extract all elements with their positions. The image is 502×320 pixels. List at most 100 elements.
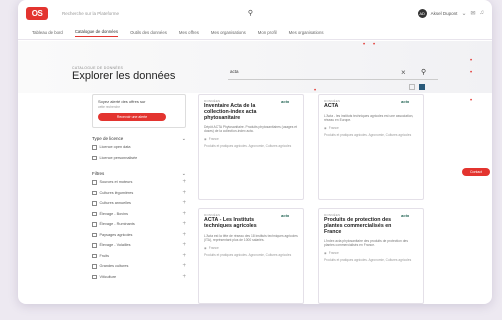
checkbox[interactable] [92, 222, 97, 227]
checkbox[interactable] [92, 264, 97, 269]
search-icon[interactable]: ⚲ [421, 68, 426, 76]
card-title[interactable]: ACTA [324, 103, 396, 110]
result-card[interactable]: DONNÉES Produits de protection des plant… [318, 208, 424, 304]
filter-label: Grandes cultures [99, 264, 129, 269]
checkbox[interactable] [92, 190, 97, 195]
filter-item[interactable]: Grandes cultures + [92, 261, 186, 272]
plus-icon[interactable]: + [182, 211, 186, 217]
card-tags: Produits et pratiques agricoles. Agronom… [204, 144, 292, 149]
bell-icon[interactable]: ♫ [480, 10, 485, 16]
pin-icon: ◉ [324, 125, 327, 130]
card-description: L'index acta phytosanitaire des produits… [324, 239, 409, 248]
checkbox[interactable] [92, 232, 97, 237]
alert-box: Soyez alerté des offres sur cette recher… [92, 94, 186, 128]
list-view-icon[interactable] [409, 84, 415, 90]
decor-dot-icon: • [470, 58, 473, 64]
decor-dot-icon: • [470, 70, 473, 76]
filter-item[interactable]: Viticulture + [92, 272, 186, 283]
nav-organisations[interactable]: Mes organisations [211, 30, 246, 35]
filter-item[interactable]: Sources et moteurs + [92, 177, 186, 188]
license-option-label: Licence open data [99, 145, 131, 150]
plus-icon[interactable]: + [182, 200, 186, 206]
filter-label: Cultures légumières [99, 190, 134, 195]
user-name[interactable]: Aksel Dupont [431, 11, 458, 16]
chevron-down-icon[interactable]: ⌄ [182, 136, 186, 142]
catalog-search-input[interactable]: acta [228, 69, 438, 80]
pin-icon: ◉ [324, 251, 327, 256]
close-icon[interactable]: × [401, 68, 406, 77]
card-description: L'Acta est la tête de réseau des 18 inst… [204, 233, 298, 242]
checkbox[interactable] [92, 145, 97, 150]
checkbox[interactable] [92, 180, 97, 185]
user-menu[interactable]: AD Aksel Dupont ⌄ ✉ ♫ [417, 8, 485, 18]
main-nav: Tableau de bord Catalogue de données Out… [18, 26, 492, 40]
filter-item[interactable]: Élevage - Ruminants + [92, 219, 186, 230]
nav-tableau-de-bord[interactable]: Tableau de bord [32, 30, 63, 35]
plus-icon[interactable]: + [182, 179, 186, 185]
card-location-text: France [208, 245, 219, 250]
decor-dot-icon: • [363, 42, 366, 48]
plus-icon[interactable]: + [182, 253, 186, 259]
nav-offres[interactable]: Mes offres [179, 30, 199, 35]
checkbox[interactable] [92, 211, 97, 216]
chevron-down-icon[interactable]: ⌄ [182, 171, 186, 177]
alert-button[interactable]: Recevoir une alerte [98, 113, 166, 121]
license-type-label: Type de licence [92, 136, 124, 141]
card-location: ◉ France [204, 246, 298, 250]
license-option[interactable]: Licence personnalisée [92, 153, 186, 164]
card-location-text: France [328, 125, 339, 130]
card-tags: Produits et pratiques agricoles. Agronom… [324, 258, 412, 263]
page-title: Explorer les données [72, 70, 176, 82]
filter-item[interactable]: Cultures annuelles + [92, 198, 186, 209]
plus-icon[interactable]: + [182, 221, 186, 227]
checkbox[interactable] [92, 253, 97, 258]
contact-button[interactable]: Contact [462, 168, 490, 176]
plus-icon[interactable]: + [182, 274, 186, 280]
card-description: L'Acta - les instituts techniques agrico… [324, 113, 414, 122]
filter-item[interactable]: Fruits + [92, 251, 186, 262]
nav-organisations-2[interactable]: Mes organisations [289, 30, 324, 35]
plus-icon[interactable]: + [182, 232, 186, 238]
card-title[interactable]: ACTA - Les Instituts techniques agricole… [204, 217, 276, 230]
plus-icon[interactable]: + [182, 190, 186, 196]
filter-label: Élevage - Volailles [99, 243, 131, 248]
global-search-input[interactable]: Recherche sur la Plateforme ⚲ [58, 6, 253, 20]
result-card[interactable]: DONNÉES ACTA - Les Instituts techniques … [198, 208, 304, 304]
filter-item[interactable]: Élevage - Volailles + [92, 240, 186, 251]
card-location: ◉ France [324, 251, 418, 255]
avatar[interactable]: AD [417, 8, 427, 18]
filter-label: Paysages agricoles [99, 232, 133, 237]
brand-logo[interactable]: OS [26, 6, 48, 20]
mail-icon[interactable]: ✉ [470, 10, 475, 17]
checkbox[interactable] [92, 243, 97, 248]
decor-dot-icon: • [373, 42, 376, 48]
top-bar: OS Recherche sur la Plateforme ⚲ AD Akse… [18, 0, 492, 26]
result-card[interactable]: DONNÉES ACTA acta L'Acta - les instituts… [318, 94, 424, 200]
decor-dot-icon: • [470, 98, 473, 104]
checkbox[interactable] [92, 274, 97, 279]
decor-dot-icon: • [314, 88, 317, 94]
checkbox[interactable] [92, 201, 97, 206]
result-card[interactable]: DONNÉES Inventaire Acta de la collection… [198, 94, 304, 200]
search-icon[interactable]: ⚲ [248, 9, 253, 17]
alert-text: Soyez alerté des offres sur [98, 99, 146, 104]
card-location-text: France [328, 251, 339, 256]
plus-icon[interactable]: + [182, 242, 186, 248]
card-title[interactable]: Produits de protection des plantes comme… [324, 217, 396, 235]
chevron-down-icon[interactable]: ⌄ [461, 10, 466, 17]
acta-logo-icon: acta [401, 213, 410, 218]
checkbox[interactable] [92, 155, 97, 160]
filter-item[interactable]: Cultures légumières + [92, 188, 186, 199]
filter-label: Cultures annuelles [99, 201, 131, 206]
filter-item[interactable]: Paysages agricoles + [92, 230, 186, 241]
filter-item[interactable]: Élevage - Bovins + [92, 209, 186, 220]
nav-catalogue[interactable]: Catalogue de données [74, 29, 119, 37]
filters-label: Filtres [92, 171, 105, 176]
license-option[interactable]: Licence open data [92, 142, 186, 153]
card-title[interactable]: Inventaire Acta de la collection-index a… [204, 103, 276, 121]
nav-outils[interactable]: Outils des données [130, 30, 167, 35]
nav-profil[interactable]: Mon profil [258, 30, 277, 35]
grid-view-icon[interactable] [419, 84, 425, 90]
plus-icon[interactable]: + [182, 263, 186, 269]
card-tags: Produits et pratiques agricoles. Agronom… [324, 132, 412, 137]
